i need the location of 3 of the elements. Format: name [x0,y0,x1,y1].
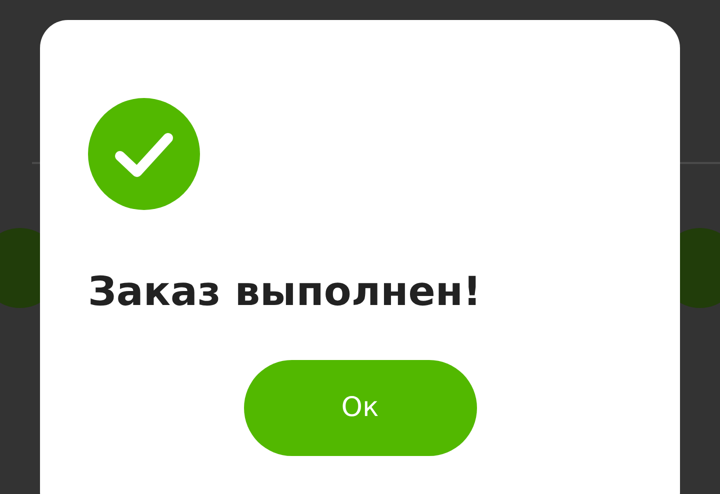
checkmark-icon [88,98,200,210]
ok-button[interactable]: Ок [244,360,476,456]
dialog-title: Заказ выполнен! [88,268,482,316]
